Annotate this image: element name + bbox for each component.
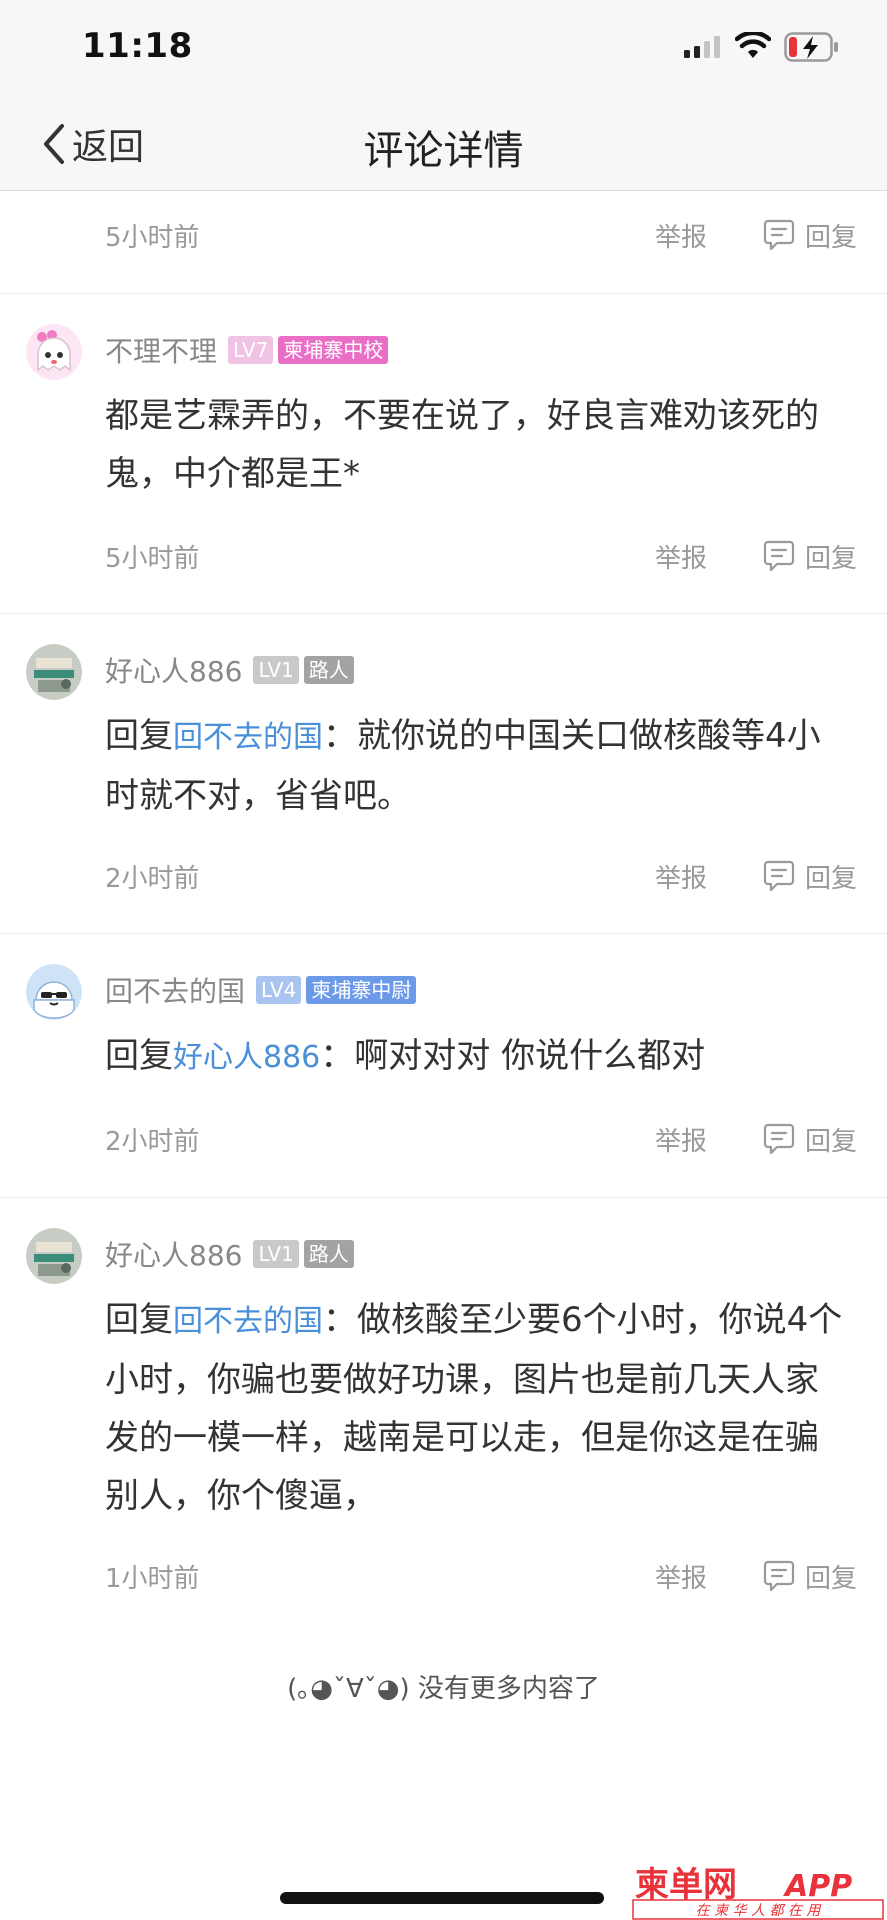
level-badge: LV1 bbox=[253, 1240, 299, 1268]
chat-bubble-icon bbox=[763, 1123, 795, 1155]
comment-footer: 2小时前 举报 回复 bbox=[105, 854, 857, 898]
comment-footer: 2小时前 举报 回复 bbox=[105, 1117, 857, 1161]
reply-colon: ： bbox=[323, 1300, 357, 1340]
status-bar: 11:18 bbox=[0, 0, 887, 100]
reply-colon: ： bbox=[320, 1036, 355, 1076]
status-time: 11:18 bbox=[82, 26, 193, 66]
comment-footer: 5小时前 举报 回复 bbox=[105, 534, 857, 578]
level-badge: LV4 bbox=[256, 976, 302, 1004]
reply-label: 回复 bbox=[804, 863, 857, 894]
username[interactable]: 好心人886 bbox=[105, 650, 242, 690]
report-button[interactable]: 举报 bbox=[655, 217, 707, 254]
comment-meta: 好心人886 LV1 路人 bbox=[105, 1236, 354, 1272]
title-badge: 柬埔寨中尉 bbox=[306, 976, 417, 1004]
watermark-suffix: APP bbox=[783, 1869, 852, 1904]
level-badge: LV1 bbox=[253, 656, 299, 684]
report-button[interactable]: 举报 bbox=[655, 1121, 707, 1158]
comment-time: 2小时前 bbox=[105, 864, 200, 894]
comment-footer: 5小时前 举报 回复 bbox=[105, 213, 857, 257]
comment-text: 都是艺霖弄的，不要在说了，好良言难劝该死的鬼，中介都是王* bbox=[105, 387, 845, 503]
report-button[interactable]: 举报 bbox=[655, 858, 707, 895]
comment-meta: 不理不理 LV7 柬埔寨中校 bbox=[105, 330, 389, 370]
cartoon-sunglasses-avatar-icon bbox=[26, 964, 82, 1020]
back-label: 返回 bbox=[72, 127, 145, 168]
title-badge: 柬埔寨中校 bbox=[278, 336, 389, 364]
comment-list: 5小时前 举报 回复 不理不理 LV7 柬埔寨中校 都是艺霖弄的，不要在说了，好… bbox=[0, 191, 887, 1598]
comment-meta: 回不去的国 LV4 柬埔寨中尉 bbox=[105, 970, 417, 1010]
reply-prefix: 回复 bbox=[105, 1300, 173, 1340]
title-badge: 路人 bbox=[303, 656, 354, 684]
back-button[interactable]: 返回 bbox=[40, 118, 144, 170]
comment-text: 回复好心人886：啊对对对 你说什么都对 bbox=[105, 1027, 845, 1087]
photo-avatar-icon bbox=[26, 644, 82, 700]
comment-item: 5小时前 举报 回复 bbox=[0, 191, 887, 294]
comment-meta: 好心人886 LV1 路人 bbox=[105, 652, 354, 688]
report-button[interactable]: 举报 bbox=[655, 538, 707, 575]
chat-bubble-icon bbox=[763, 1560, 795, 1592]
avatar[interactable] bbox=[26, 324, 82, 380]
username[interactable]: 好心人886 bbox=[105, 1234, 242, 1274]
reply-label: 回复 bbox=[804, 543, 857, 574]
site-watermark-logo: 柬单网 APP 在 柬 华 人 都 在 用 bbox=[632, 1865, 884, 1920]
watermark-brand: 柬单网 bbox=[635, 1865, 737, 1905]
comment-text: 回复回不去的国：就你说的中国关口做核酸等4小时就不对，省省吧。 bbox=[105, 707, 845, 825]
report-button[interactable]: 举报 bbox=[655, 1558, 707, 1595]
reply-button[interactable]: 回复 bbox=[763, 1554, 857, 1598]
reply-label: 回复 bbox=[804, 1563, 857, 1594]
reply-label: 回复 bbox=[804, 1126, 857, 1157]
reply-prefix: 回复 bbox=[105, 716, 173, 756]
chat-bubble-icon bbox=[763, 860, 795, 892]
avatar[interactable] bbox=[26, 644, 82, 700]
comment-item: 好心人886 LV1 路人 回复回不去的国：做核酸至少要6个小时，你说4个小时，… bbox=[0, 1198, 887, 1598]
reply-target-link[interactable]: 回不去的国 bbox=[173, 720, 323, 755]
comment-item: 不理不理 LV7 柬埔寨中校 都是艺霖弄的，不要在说了，好良言难劝该死的鬼，中介… bbox=[0, 294, 887, 614]
reply-button[interactable]: 回复 bbox=[763, 854, 857, 898]
level-badge: LV7 bbox=[228, 336, 274, 364]
reply-button[interactable]: 回复 bbox=[763, 1117, 857, 1161]
comment-time: 1小时前 bbox=[105, 1564, 200, 1594]
title-badge: 路人 bbox=[303, 1240, 354, 1268]
battery-charging-icon bbox=[784, 32, 838, 62]
comment-content: 啊对对对 你说什么都对 bbox=[354, 1036, 706, 1076]
comment-time: 2小时前 bbox=[105, 1127, 200, 1157]
username[interactable]: 回不去的国 bbox=[105, 970, 245, 1010]
reply-label: 回复 bbox=[804, 222, 857, 253]
reply-button[interactable]: 回复 bbox=[763, 534, 857, 578]
username[interactable]: 不理不理 bbox=[105, 330, 217, 370]
chat-bubble-icon bbox=[763, 219, 795, 251]
chevron-left-icon bbox=[44, 124, 64, 164]
photo-avatar-icon bbox=[26, 1228, 82, 1284]
comment-text: 回复回不去的国：做核酸至少要6个小时，你说4个小时，你骗也要做好功课，图片也是前… bbox=[105, 1291, 845, 1525]
avatar[interactable] bbox=[26, 964, 82, 1020]
cellular-signal-icon bbox=[684, 36, 720, 58]
comment-item: 好心人886 LV1 路人 回复回不去的国：就你说的中国关口做核酸等4小时就不对… bbox=[0, 614, 887, 934]
comment-time: 5小时前 bbox=[105, 544, 200, 574]
wifi-icon bbox=[735, 32, 771, 58]
comment-time: 5小时前 bbox=[105, 223, 200, 253]
reply-target-link[interactable]: 回不去的国 bbox=[173, 1304, 323, 1339]
home-indicator bbox=[280, 1892, 604, 1904]
reply-prefix: 回复 bbox=[105, 1036, 173, 1076]
nav-bar: 返回 评论详情 bbox=[0, 100, 887, 191]
chat-bubble-icon bbox=[763, 540, 795, 572]
avatar[interactable] bbox=[26, 1228, 82, 1284]
comment-item: 回不去的国 LV4 柬埔寨中尉 回复好心人886：啊对对对 你说什么都对 2小时… bbox=[0, 934, 887, 1198]
reply-button[interactable]: 回复 bbox=[763, 213, 857, 257]
end-of-list-message: (｡◕ˇ∀ˇ◕) 没有更多内容了 bbox=[287, 1674, 600, 1704]
watermark-slogan: 在 柬 华 人 都 在 用 bbox=[696, 1903, 823, 1919]
reply-colon: ： bbox=[323, 716, 357, 756]
reply-target-link[interactable]: 好心人886 bbox=[173, 1040, 320, 1075]
comment-content: 都是艺霖弄的，不要在说了，好良言难劝该死的鬼，中介都是王* bbox=[105, 396, 819, 494]
cartoon-ghost-girl-avatar-icon bbox=[26, 324, 82, 380]
comment-footer: 1小时前 举报 回复 bbox=[105, 1554, 857, 1598]
